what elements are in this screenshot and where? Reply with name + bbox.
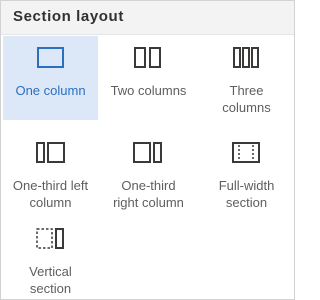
three-columns-icon (233, 47, 259, 68)
layout-option-vertical-section[interactable]: Vertical section (3, 217, 98, 300)
one-third-right-column-icon (133, 142, 162, 163)
layout-option-label: One column (15, 83, 86, 98)
layout-option-one-third-left-column[interactable]: One-third left column (3, 131, 98, 215)
layout-option-label: One-third right column (113, 178, 184, 210)
layout-options-grid: One column Two columns Three columns One… (3, 36, 294, 299)
full-width-section-icon (232, 142, 260, 163)
layout-option-label: Two columns (110, 83, 187, 98)
layout-option-label: Three columns (222, 83, 271, 115)
layout-option-label: One-third left column (12, 178, 89, 210)
section-layout-panel: Section layout One column Two columns Th… (0, 0, 295, 300)
layout-option-full-width-section[interactable]: Full-width section (199, 131, 294, 215)
layout-option-two-columns[interactable]: Two columns (101, 36, 196, 120)
panel-title: Section layout (13, 8, 124, 25)
two-columns-icon (134, 47, 161, 68)
one-third-left-column-icon (36, 142, 65, 163)
vertical-section-icon (36, 228, 64, 249)
panel-header: Section layout (1, 1, 294, 35)
layout-option-one-third-right-column[interactable]: One-third right column (101, 131, 196, 215)
one-column-icon (37, 47, 64, 68)
layout-option-one-column[interactable]: One column (3, 36, 98, 120)
layout-option-label: Vertical section (29, 264, 72, 296)
layout-option-label: Full-width section (218, 178, 275, 210)
layout-option-three-columns[interactable]: Three columns (199, 36, 294, 120)
